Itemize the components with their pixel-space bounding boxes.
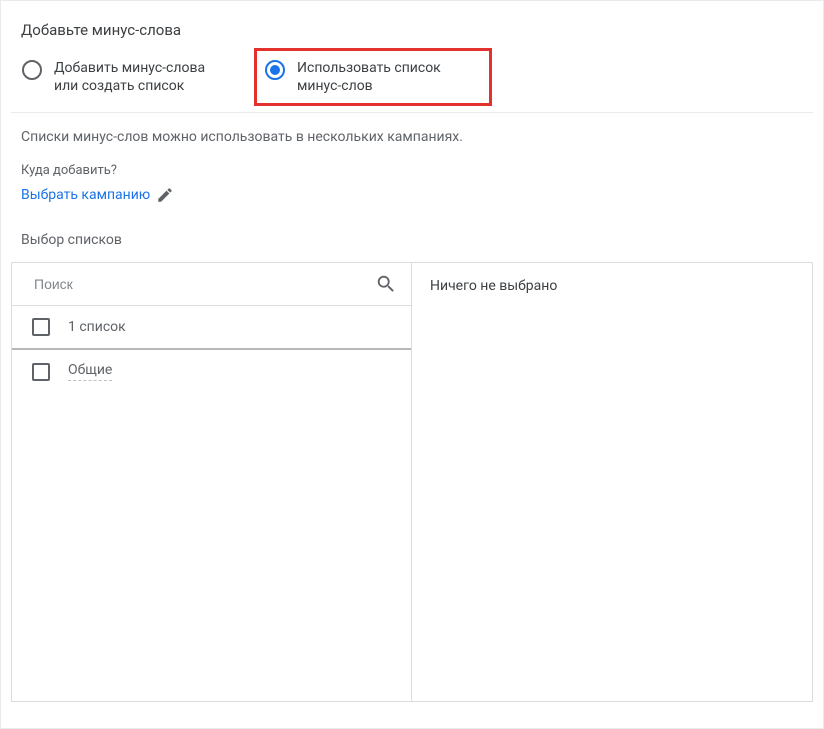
where-label: Куда добавить?	[21, 163, 813, 178]
list-item-checkbox[interactable]	[32, 363, 50, 381]
radio-add-or-create[interactable]: Добавить минус-слова или создать список	[20, 57, 226, 97]
negative-keywords-panel: Добавьте минус-слова Добавить минус-слов…	[0, 0, 824, 729]
lists-right-pane: Ничего не выбрано	[412, 263, 812, 701]
search-row	[12, 263, 411, 306]
info-text: Списки минус-слов можно использовать в н…	[21, 129, 813, 145]
lists-frame: 1 список Общие Ничего не выбрано	[11, 262, 813, 702]
pencil-icon	[156, 186, 174, 204]
lists-label: Выбор списков	[21, 232, 813, 248]
empty-selection-text: Ничего не выбрано	[430, 278, 557, 294]
radio-unchecked-icon	[22, 60, 42, 80]
mode-radio-group: Добавить минус-слова или создать список …	[11, 57, 813, 113]
panel-title: Добавьте минус-слова	[21, 21, 813, 39]
lists-count: 1 список	[68, 319, 126, 335]
lists-header-row: 1 список	[12, 306, 411, 350]
search-input[interactable]	[32, 275, 375, 293]
search-icon[interactable]	[375, 273, 397, 295]
campaign-link: Выбрать кампанию	[21, 187, 150, 203]
radio-label: Использовать список минус-слов	[297, 59, 467, 95]
select-all-checkbox[interactable]	[32, 318, 50, 336]
campaign-selector[interactable]: Выбрать кампанию	[21, 186, 813, 204]
lists-left-pane: 1 список Общие	[12, 263, 412, 701]
radio-checked-icon	[265, 60, 285, 80]
radio-use-list[interactable]: Использовать список минус-слов	[254, 48, 492, 106]
list-item[interactable]: Общие	[12, 350, 411, 393]
radio-label: Добавить минус-слова или создать список	[54, 59, 224, 95]
list-item-label: Общие	[68, 362, 112, 381]
